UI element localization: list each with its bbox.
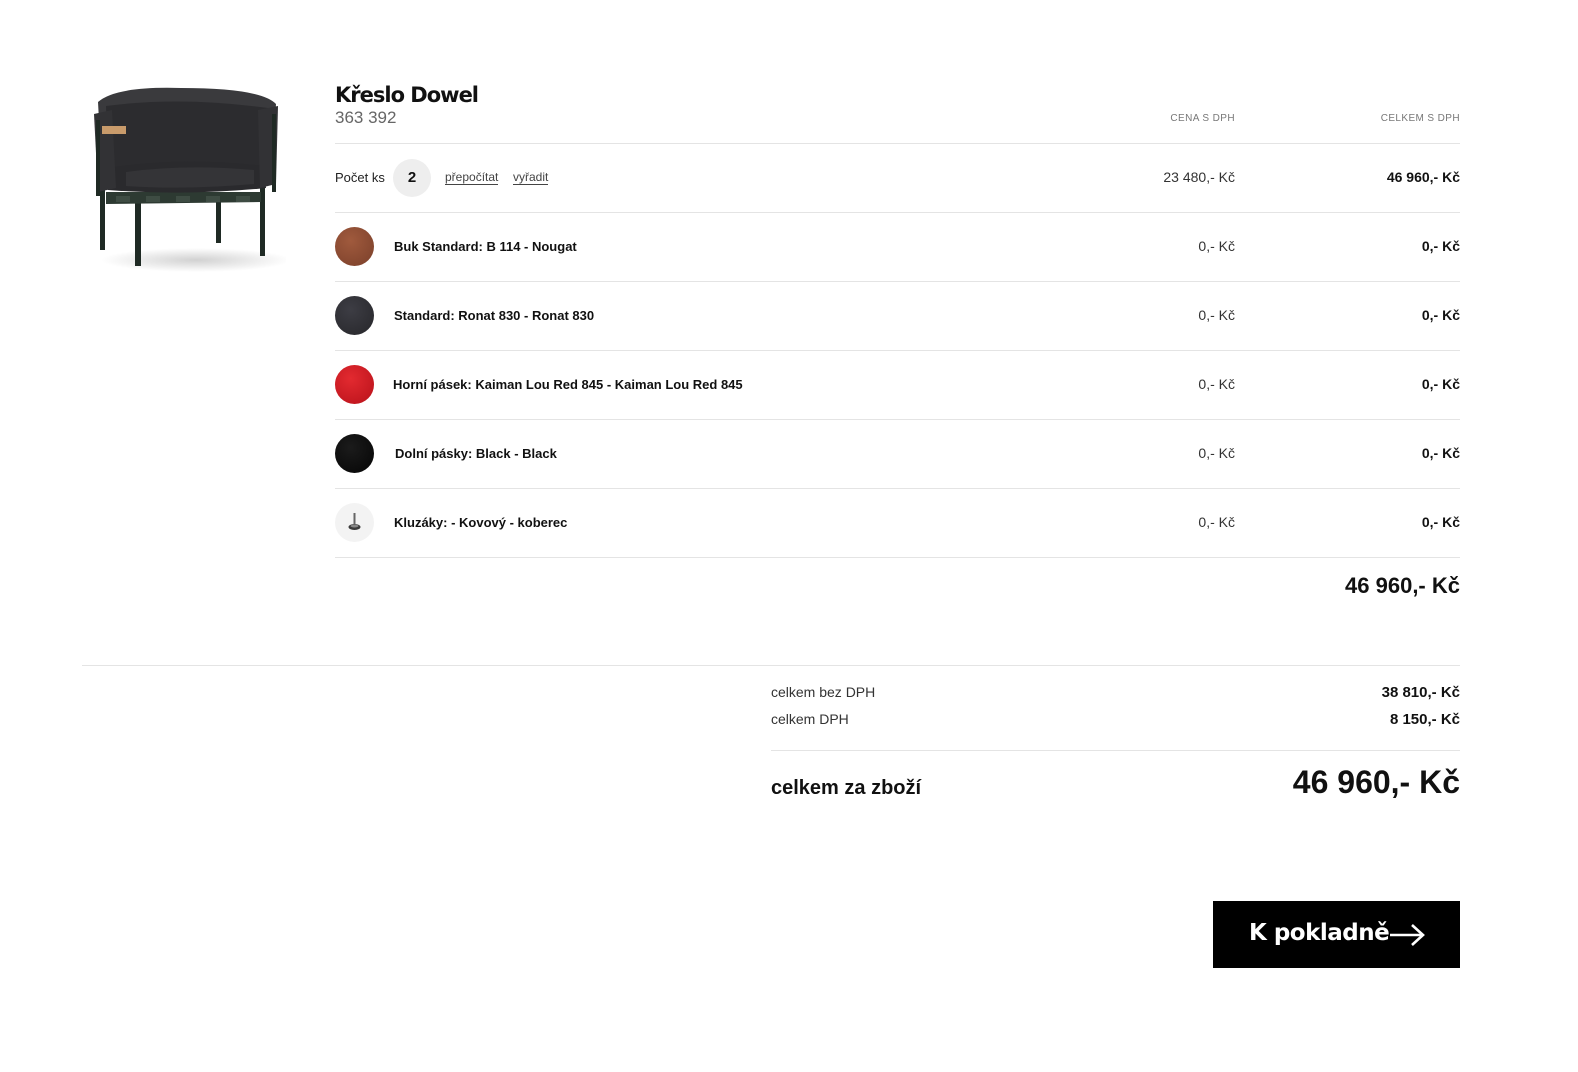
option-unit-price: 0,- Kč: [1198, 376, 1235, 392]
color-swatch: [335, 227, 374, 266]
option-label: Dolní pásky: Black - Black: [395, 446, 557, 461]
product-code: 363 392: [335, 108, 397, 127]
checkout-button[interactable]: K pokladně: [1213, 901, 1460, 968]
item-total: 46 960,- Kč: [335, 558, 1460, 608]
vat-label: celkem DPH: [771, 711, 849, 727]
strap-swatch: [335, 365, 374, 404]
option-label: Standard: Ronat 830 - Ronat 830: [394, 308, 595, 323]
summary-without-vat: celkem bez DPH 38 810,- Kč: [771, 684, 1460, 711]
arrow-right-icon: [1390, 924, 1425, 946]
option-total-price: 0,- Kč: [1421, 445, 1460, 461]
checkout-label: K pokladně: [1249, 920, 1390, 946]
vat-value: 8 150,- Kč: [1389, 711, 1460, 728]
product-header: Křeslo Dowel 363 392 CENA S DPH CELKEM S…: [335, 80, 1460, 144]
option-total-price: 0,- Kč: [1421, 514, 1460, 530]
option-label: Buk Standard: B 114 - Nougat: [394, 239, 577, 254]
grand-total-value: 46 960,- Kč: [1292, 764, 1460, 800]
summary-vat: celkem DPH 8 150,- Kč: [771, 711, 1460, 738]
quantity-label: Počet ks: [335, 170, 385, 185]
option-unit-price: 0,- Kč: [1198, 307, 1235, 323]
recalculate-link[interactable]: přepočítat: [445, 170, 499, 185]
glide-icon: [348, 513, 361, 530]
order-summary: celkem bez DPH 38 810,- Kč celkem DPH 8 …: [771, 684, 1460, 811]
option-row: Dolní pásky: Black - Black 0,- Kč 0,- Kč: [335, 420, 1460, 489]
option-row: Buk Standard: B 114 - Nougat 0,- Kč 0,- …: [335, 213, 1460, 282]
option-total-price: 0,- Kč: [1421, 307, 1460, 323]
option-row: Standard: Ronat 830 - Ronat 830 0,- Kč 0…: [335, 282, 1460, 351]
unit-price-header: CENA S DPH: [1170, 113, 1235, 124]
total-price-header: CELKEM S DPH: [1380, 113, 1460, 124]
glide-swatch: [335, 503, 374, 542]
option-total-price: 0,- Kč: [1421, 238, 1460, 254]
grand-total: celkem za zboží 46 960,- Kč: [771, 751, 1460, 811]
product-image: [86, 80, 291, 275]
item-total-value: 46 960,- Kč: [1345, 573, 1460, 598]
strap-swatch: [335, 434, 374, 473]
option-unit-price: 0,- Kč: [1198, 514, 1235, 530]
quantity-row: Počet ks 2 přepočítat vyřadit 23 480,- K…: [335, 144, 1460, 213]
fabric-swatch: [335, 296, 374, 335]
grand-total-label: celkem za zboží: [771, 777, 922, 799]
total-price: 46 960,- Kč: [1386, 169, 1460, 185]
option-row: Kluzáky: - Kovový - koberec 0,- Kč 0,- K…: [335, 489, 1460, 558]
option-total-price: 0,- Kč: [1421, 376, 1460, 392]
option-unit-price: 0,- Kč: [1198, 238, 1235, 254]
armchair-image: [94, 87, 291, 272]
option-label: Kluzáky: - Kovový - koberec: [394, 515, 568, 530]
option-label: Horní pásek: Kaiman Lou Red 845 - Kaiman…: [393, 377, 743, 392]
option-unit-price: 0,- Kč: [1198, 445, 1235, 461]
product-name[interactable]: Křeslo Dowel: [335, 83, 479, 107]
unit-price: 23 480,- Kč: [1163, 169, 1235, 185]
divider: [82, 665, 1460, 666]
option-row: Horní pásek: Kaiman Lou Red 845 - Kaiman…: [335, 351, 1460, 420]
remove-link[interactable]: vyřadit: [513, 170, 549, 185]
without-vat-value: 38 810,- Kč: [1381, 684, 1460, 701]
without-vat-label: celkem bez DPH: [771, 684, 876, 700]
cart-item: Křeslo Dowel 363 392 CENA S DPH CELKEM S…: [335, 80, 1460, 608]
quantity-input[interactable]: 2: [393, 159, 431, 197]
